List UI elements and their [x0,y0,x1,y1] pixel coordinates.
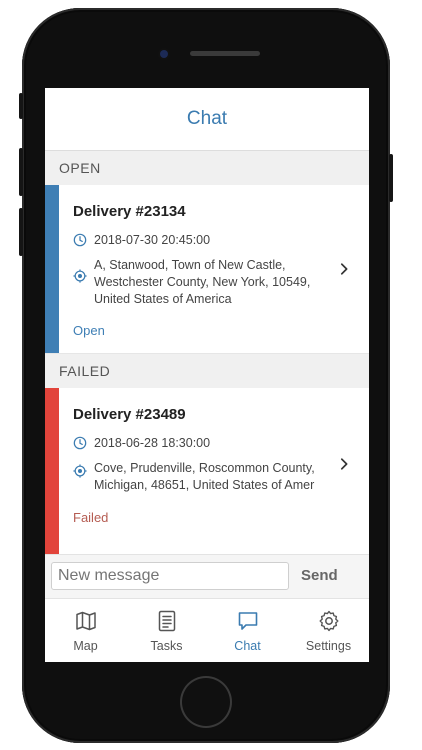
tab-tasks[interactable]: Tasks [126,599,207,662]
power-button [389,154,393,202]
gear-icon [319,610,338,632]
delivery-card-open[interactable]: Delivery #23134 2018-07-30 20:45:00 A, S… [45,185,369,354]
tab-settings[interactable]: Settings [288,599,369,662]
delivery-title: Delivery #23489 [73,406,186,423]
tab-map[interactable]: Map [45,599,126,662]
message-input[interactable] [51,562,289,590]
bottom-tab-bar: Map Tasks Chat Settings [45,598,369,662]
earpiece-speaker [190,51,260,56]
location-target-icon [73,269,87,283]
tab-label: Chat [234,639,261,653]
delivery-address-row: Cove, Prudenville, Roscommon County, Mic… [73,460,324,494]
chevron-right-icon[interactable] [337,457,351,471]
app-screen: Chat OPEN Delivery #23134 2018-07-30 20:… [45,88,369,662]
app-header: Chat [45,88,369,151]
status-label: Failed [73,510,109,525]
status-accent-bar [45,185,59,353]
delivery-datetime: 2018-06-28 18:30:00 [94,436,211,450]
tab-label: Tasks [150,639,183,653]
chevron-right-icon[interactable] [337,262,351,276]
section-header-failed: FAILED [45,354,369,388]
send-button[interactable]: Send [301,567,338,584]
status-accent-bar [45,388,59,554]
delivery-datetime: 2018-07-30 20:45:00 [94,233,211,247]
page-title: Chat [186,108,228,129]
tab-label: Settings [305,639,352,653]
delivery-address: A, Stanwood, Town of New Castle, Westche… [94,258,311,306]
delivery-address: Cove, Prudenville, Roscommon County, Mic… [94,461,315,492]
silent-switch [19,93,23,119]
delivery-card-failed[interactable]: Delivery #23489 2018-06-28 18:30:00 Cove… [45,388,369,554]
map-icon [75,611,96,631]
message-composer: Send [45,554,369,599]
volume-up-button [19,148,23,196]
delivery-address-row: A, Stanwood, Town of New Castle, Westche… [73,257,324,308]
delivery-title: Delivery #23134 [73,203,186,220]
section-label: FAILED [59,363,111,379]
volume-down-button [19,208,23,256]
clock-icon [73,436,87,450]
delivery-datetime-row: 2018-06-28 18:30:00 [73,435,210,452]
delivery-datetime-row: 2018-07-30 20:45:00 [73,232,210,249]
tab-chat[interactable]: Chat [207,599,288,662]
home-button[interactable] [180,676,232,728]
location-target-icon [73,464,87,478]
clock-icon [73,233,87,247]
tab-label: Map [73,639,98,653]
chat-icon [238,612,257,630]
section-label: OPEN [59,160,101,176]
status-label: Open [73,323,105,338]
section-header-open: OPEN [45,151,369,185]
tasks-icon [158,610,175,632]
front-camera [160,50,168,58]
